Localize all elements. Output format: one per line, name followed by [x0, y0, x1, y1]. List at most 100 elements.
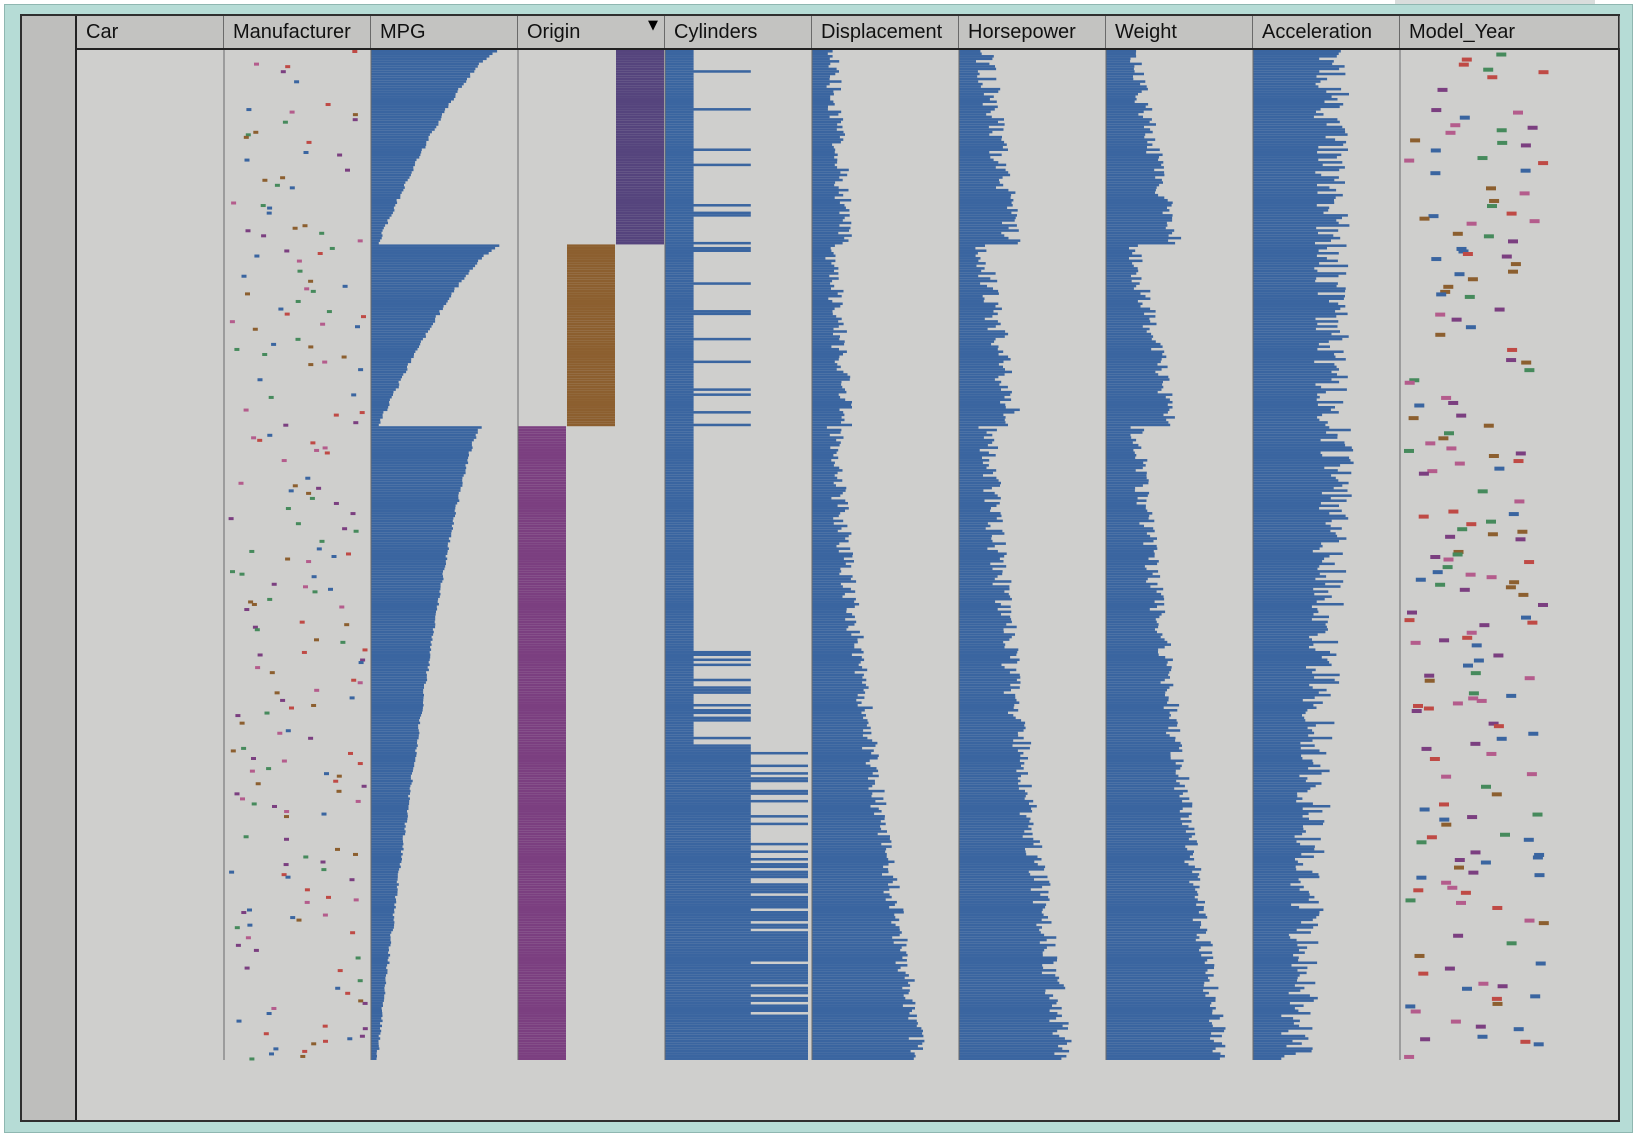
horsepower-bar — [959, 466, 987, 470]
table-lens-body[interactable] — [77, 50, 1618, 1120]
displacement-bar — [812, 570, 842, 573]
displacement-bar — [812, 600, 855, 603]
acceleration-bar — [1253, 224, 1350, 227]
weight-bar — [1106, 501, 1137, 505]
displacement-bar — [812, 368, 837, 371]
weight-bar — [1106, 663, 1167, 667]
weight-bar — [1106, 580, 1147, 583]
model-year-mark — [1435, 582, 1446, 587]
acceleration-bar — [1253, 837, 1321, 841]
weight-bar — [1106, 320, 1151, 323]
manufacturer-mark — [273, 1047, 279, 1051]
origin-bar — [518, 815, 566, 818]
origin-bar — [616, 140, 664, 144]
weight-bar — [1106, 325, 1143, 328]
displacement-bar — [812, 921, 892, 924]
origin-bar — [567, 335, 615, 338]
acceleration-bar — [1253, 353, 1335, 356]
displacement-bar — [812, 522, 834, 525]
displacement-bar — [812, 734, 863, 737]
acceleration-bar — [1253, 345, 1330, 348]
manufacturer-mark — [337, 153, 343, 157]
horsepower-bar — [959, 327, 988, 331]
origin-bar — [567, 365, 615, 369]
cylinders-bar — [665, 971, 808, 975]
weight-bar — [1106, 340, 1156, 343]
displacement-bar — [812, 206, 846, 210]
origin-bar — [518, 905, 566, 909]
model-year-mark — [1457, 527, 1468, 532]
weight-bar — [1106, 214, 1173, 217]
column-header-acceleration[interactable]: Acceleration — [1253, 16, 1400, 48]
mpg-bar — [371, 532, 452, 535]
cylinders-bar — [665, 981, 808, 985]
acceleration-bar — [1253, 852, 1302, 856]
column-header-cylinders[interactable]: Cylinders — [665, 16, 812, 48]
displacement-bar — [812, 249, 832, 252]
displacement-bar — [812, 691, 866, 694]
origin-bar — [567, 269, 615, 273]
origin-bar — [518, 923, 566, 927]
acceleration-bar — [1253, 625, 1327, 629]
mpg-bar — [371, 666, 428, 669]
displacement-bar — [812, 264, 835, 268]
weight-bar — [1106, 454, 1137, 457]
mpg-bar — [371, 491, 459, 495]
weight-bar — [1106, 97, 1137, 101]
column-header-mpg[interactable]: MPG — [371, 16, 518, 48]
column-header-model-year[interactable]: Model_Year — [1400, 16, 1620, 48]
model-year-mark — [1405, 898, 1416, 903]
origin-bar — [518, 721, 566, 725]
column-header-horsepower[interactable]: Horsepower — [959, 16, 1106, 48]
mpg-bar — [371, 327, 430, 331]
weight-bar — [1106, 645, 1165, 649]
mpg-bar — [371, 529, 452, 533]
origin-bar — [567, 363, 615, 366]
column-header-car[interactable]: Car — [77, 16, 224, 48]
model-year-mark — [1413, 888, 1424, 893]
acceleration-bar — [1253, 100, 1325, 104]
model-year-mark — [1483, 67, 1494, 72]
horsepower-bar — [959, 123, 1005, 126]
column-header-weight[interactable]: Weight — [1106, 16, 1253, 48]
acceleration-bar — [1253, 322, 1318, 326]
mpg-bar — [371, 936, 391, 939]
horsepower-bar — [959, 880, 1050, 884]
displacement-bar — [812, 446, 831, 449]
cylinders-bar — [665, 754, 751, 757]
manufacturer-mark — [349, 696, 355, 700]
row-header-column[interactable] — [22, 16, 77, 1120]
origin-bar — [616, 67, 664, 71]
column-header-displacement[interactable]: Displacement — [812, 16, 959, 48]
mpg-bar — [371, 110, 445, 114]
acceleration-bar — [1253, 613, 1314, 616]
column-header-manufacturer[interactable]: Manufacturer — [224, 16, 371, 48]
origin-bar — [518, 865, 566, 869]
weight-bar — [1106, 400, 1173, 404]
cylinders-bar — [665, 850, 808, 853]
acceleration-bar — [1253, 87, 1342, 91]
acceleration-bar — [1253, 999, 1314, 1002]
displacement-bar — [812, 900, 897, 904]
header-label-acceleration: Acceleration — [1262, 21, 1373, 43]
header-label-car: Car — [86, 21, 119, 43]
manufacturer-mark — [230, 749, 236, 753]
cylinders-bar — [665, 645, 694, 649]
cylinders-bar — [665, 284, 694, 288]
displacement-bar — [812, 342, 845, 346]
displacement-bar — [812, 529, 838, 533]
weight-bar — [1106, 1047, 1216, 1050]
acceleration-bar — [1253, 668, 1316, 672]
mpg-bar — [371, 87, 459, 91]
mpg-bar — [371, 817, 408, 821]
column-header-origin[interactable]: Origin ▼ — [518, 16, 665, 48]
cylinders-bar — [665, 85, 694, 88]
cylinders-bar — [665, 736, 751, 740]
cylinders-bar — [665, 1009, 808, 1013]
manufacturer-mark — [319, 231, 325, 235]
manufacturer-mark — [336, 774, 342, 778]
mpg-bar — [371, 815, 408, 818]
sort-descending-arrow-icon[interactable]: ▼ — [648, 18, 658, 33]
manufacturer-mark — [314, 638, 319, 642]
cylinders-bar — [665, 613, 694, 616]
